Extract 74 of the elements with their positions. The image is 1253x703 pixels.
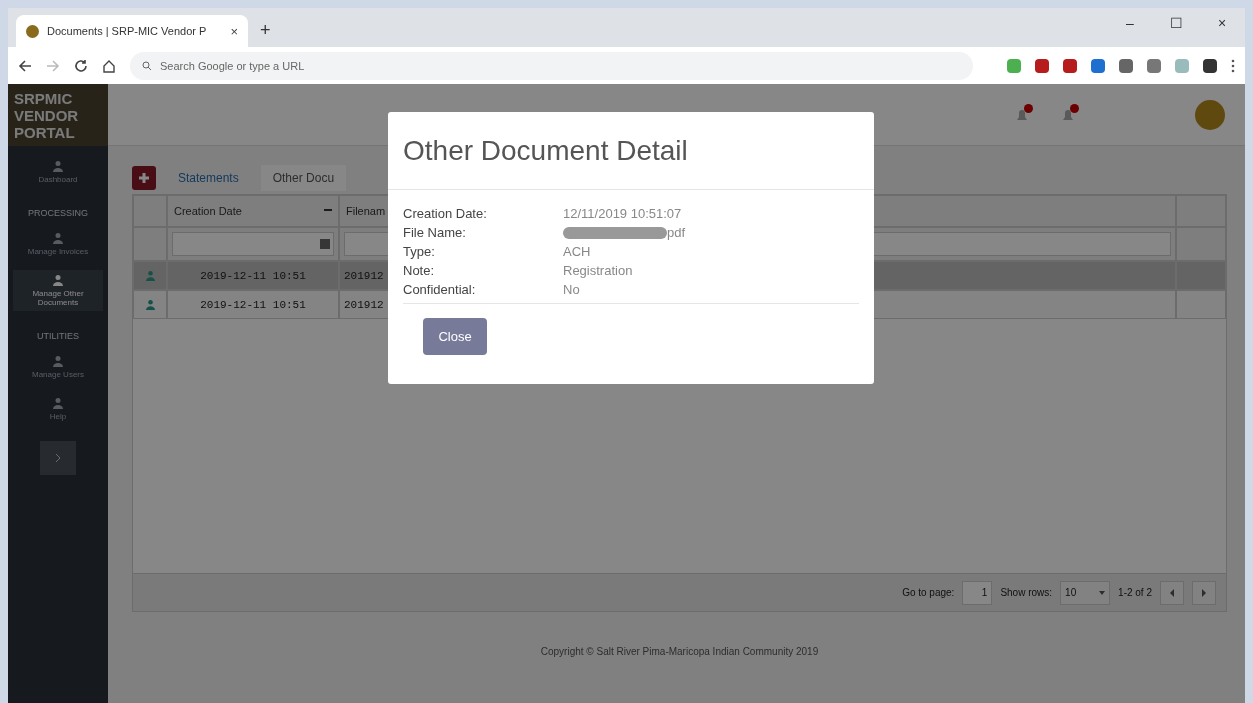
logo-text: VENDOR <box>14 106 80 124</box>
go-to-page-label: Go to page: <box>902 587 955 598</box>
person-icon <box>144 270 156 281</box>
chevron-left-icon <box>1169 588 1175 597</box>
address-bar[interactable]: Search Google or type a URL <box>130 51 973 80</box>
person-icon <box>144 299 156 310</box>
back-icon[interactable] <box>18 58 32 73</box>
window-control-button[interactable]: ☐ <box>1153 8 1199 38</box>
copyright-text: Copyright © Salt River Pima-Maricopa Indian Community 2019 <box>539 645 820 659</box>
field-value: Registration <box>563 262 634 280</box>
field-label: File Name: <box>403 224 467 242</box>
rows-dropdown[interactable]: 10 <box>1060 580 1111 605</box>
chevron-right-icon <box>55 453 61 463</box>
next-page-button[interactable] <box>1192 580 1216 605</box>
person-icon <box>52 397 64 409</box>
address-placeholder: Search Google or type a URL <box>160 59 305 72</box>
favicon <box>26 24 39 38</box>
page-field[interactable]: 1 <box>962 580 993 605</box>
extension-icon[interactable] <box>1063 58 1077 73</box>
sort-icon <box>324 209 332 213</box>
table-cell: 2019-12-11 10:51 <box>167 261 339 290</box>
row-select-cell[interactable] <box>133 261 167 290</box>
logo-text: SRPMIC <box>14 89 74 107</box>
forward-icon[interactable] <box>46 58 60 73</box>
tab-title: Documents | SRP-MIC Vendor P <box>47 25 208 37</box>
sidebar-section-label: PROCESSING <box>28 208 88 218</box>
reload-icon[interactable] <box>74 58 88 73</box>
tab-close-button[interactable]: × <box>230 23 238 39</box>
page-range: 1-2 of 2 <box>1118 587 1152 598</box>
add-button[interactable] <box>132 166 156 190</box>
window-control-button[interactable]: – <box>1107 8 1153 38</box>
column-header[interactable]: Creation Date <box>167 195 339 227</box>
search-icon <box>142 60 152 71</box>
modal-title: Other Document Detail <box>388 112 874 190</box>
sidebar-item[interactable]: Manage Other Documents <box>13 270 103 311</box>
tab[interactable]: Statements <box>166 165 251 191</box>
person-icon <box>52 232 64 244</box>
menu-icon[interactable] <box>1231 58 1235 73</box>
chevron-right-icon <box>1201 588 1207 597</box>
logo-text: PORTAL <box>14 123 76 141</box>
person-icon <box>52 160 64 172</box>
window-control-button[interactable]: × <box>1199 8 1245 38</box>
field-value: pdf <box>563 223 859 242</box>
extension-icon[interactable] <box>1119 58 1133 73</box>
sidebar-item[interactable]: Help <box>13 393 103 425</box>
calendar-icon <box>320 239 330 249</box>
tab[interactable]: Other Docu <box>260 165 347 191</box>
row-select-cell[interactable] <box>133 290 167 319</box>
caret-icon <box>1099 590 1106 595</box>
previous-page-button[interactable] <box>1160 580 1184 605</box>
field-label: Note: <box>403 262 436 280</box>
show-rows-label: Show rows: <box>1000 587 1053 598</box>
field-label: Type: <box>403 243 436 261</box>
avatar[interactable] <box>1195 99 1225 130</box>
browser-tab[interactable]: Documents | SRP-MIC Vendor P × <box>16 15 248 47</box>
sidebar-item[interactable]: Manage Users <box>13 351 103 383</box>
plus-icon <box>138 172 150 184</box>
extension-icon[interactable] <box>1035 58 1049 73</box>
person-icon <box>52 274 64 286</box>
sidebar-item[interactable]: Manage Invoices <box>13 228 103 260</box>
sidebar-item[interactable]: Dashboard <box>13 156 103 188</box>
field-value: 12/11/2019 10:51:07 <box>563 205 683 223</box>
table-cell: 2019-12-11 10:51 <box>167 290 339 319</box>
new-tab-button[interactable]: + <box>260 20 271 41</box>
extension-icon[interactable] <box>1091 58 1105 73</box>
field-label: Creation Date: <box>403 205 488 223</box>
close-button[interactable]: Close <box>423 318 487 355</box>
extension-icon[interactable] <box>1147 58 1161 73</box>
field-value: ACH <box>563 243 592 261</box>
home-icon[interactable] <box>102 58 116 73</box>
profile-icon[interactable] <box>1203 58 1217 73</box>
person-icon <box>52 355 64 367</box>
extension-icon[interactable] <box>1007 58 1021 73</box>
sidebar-section-label: UTILITIES <box>37 331 79 341</box>
